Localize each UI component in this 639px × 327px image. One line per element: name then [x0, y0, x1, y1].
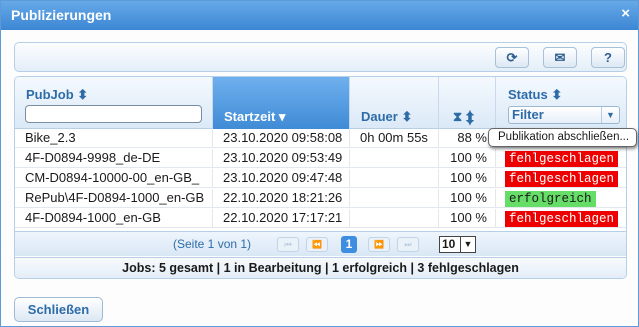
- column-label-progress: ⧗ ⬍: [453, 109, 474, 124]
- column-header-dauer[interactable]: Dauer ⬍: [350, 77, 439, 129]
- close-button[interactable]: Schließen: [14, 297, 103, 322]
- status-filter-value: Filter: [512, 107, 544, 122]
- cell-status: fehlgeschlagen: [496, 209, 626, 228]
- cell-pubjob: 4F-D0894-9998_de-DE: [15, 149, 213, 168]
- cell-startzeit: 23.10.2020 09:47:48: [213, 169, 350, 188]
- toolbar: ⟳ ✉ ?: [14, 42, 627, 72]
- cell-startzeit: 23.10.2020 09:58:08: [213, 129, 350, 148]
- column-header-pubjob[interactable]: PubJob ⬍: [15, 77, 213, 129]
- cell-pubjob: Bike_2.3: [15, 129, 213, 148]
- dialog-titlebar[interactable]: Publizierungen ×: [1, 1, 638, 30]
- envelope-icon: ✉: [554, 50, 566, 65]
- table-row[interactable]: RePub\4F-D0894-1000_en-GB 22.10.2020 18:2…: [15, 189, 626, 208]
- cell-pubjob: RePub\4F-D0894-1000_en-GB: [15, 189, 213, 208]
- previous-page-button[interactable]: ⏪: [306, 237, 328, 252]
- table-row[interactable]: 4F-D0894-9998_de-DE 23.10.2020 09:53:49 10…: [15, 149, 626, 168]
- finish-publication-tooltip: Publikation abschließen...: [488, 128, 637, 147]
- cell-startzeit: 23.10.2020 09:53:49: [213, 149, 350, 168]
- column-label-status: Status ⬍: [508, 87, 563, 102]
- cell-status: erfolgreich: [496, 189, 626, 208]
- cell-startzeit: 22.10.2020 18:21:26: [213, 189, 350, 208]
- pubjob-filter-input[interactable]: [25, 105, 202, 123]
- pagination-bar: (Seite 1 von 1) ⏮ ⏪ 1 ⏩ ⏭ 10 ▼: [15, 231, 626, 256]
- status-badge: fehlgeschlagen: [505, 171, 619, 187]
- help-button[interactable]: ?: [591, 47, 625, 68]
- cell-status: fehlgeschlagen: [496, 149, 626, 168]
- cell-dauer: [350, 149, 439, 168]
- chevron-down-icon: ▼: [460, 237, 475, 252]
- help-icon: ?: [604, 50, 612, 65]
- status-badge: erfolgreich: [505, 191, 596, 207]
- last-page-button[interactable]: ⏭: [397, 237, 419, 252]
- cell-progress: 100 %: [439, 149, 496, 168]
- table-row[interactable]: CM-D0894-10000-00_en-GB_ 23.10.2020 09:47…: [15, 169, 626, 188]
- cell-status: fehlgeschlagen: [496, 169, 626, 188]
- cell-progress: 100 %: [439, 209, 496, 228]
- column-label-startzeit: Startzeit ▾: [224, 109, 286, 124]
- close-icon[interactable]: ×: [621, 5, 630, 22]
- page-size-value: 10: [442, 237, 456, 251]
- first-page-button[interactable]: ⏮: [277, 237, 299, 252]
- column-label-dauer: Dauer ⬍: [361, 109, 413, 124]
- cell-pubjob: 4F-D0894-1000_en-GB: [15, 209, 213, 228]
- table-header: PubJob ⬍ Startzeit ▾ Dauer ⬍ ⧗ ⬍ Status …: [15, 77, 626, 129]
- current-page-button[interactable]: 1: [341, 236, 357, 253]
- dialog-title: Publizierungen: [11, 7, 112, 23]
- page-size-select[interactable]: 10 ▼: [439, 236, 476, 253]
- column-label-pubjob: PubJob ⬍: [26, 87, 89, 102]
- cell-progress: 100 %: [439, 169, 496, 188]
- refresh-button[interactable]: ⟳: [495, 47, 529, 68]
- publications-dialog: Publizierungen × ⟳ ✉ ? PubJob ⬍ Startzei…: [0, 0, 639, 327]
- chevron-down-icon: ▼: [601, 107, 619, 123]
- status-badge: fehlgeschlagen: [505, 211, 619, 227]
- email-button[interactable]: ✉: [543, 47, 577, 68]
- cell-progress: 100 %: [439, 189, 496, 208]
- status-badge: fehlgeschlagen: [505, 151, 619, 167]
- cell-dauer: [350, 169, 439, 188]
- column-header-status[interactable]: Status ⬍ Filter ▼: [496, 77, 626, 129]
- cell-dauer: [350, 209, 439, 228]
- cell-dauer: [350, 189, 439, 208]
- jobs-summary: Jobs: 5 gesamt | 1 in Bearbeitung | 1 er…: [15, 257, 626, 278]
- refresh-icon: ⟳: [506, 50, 518, 65]
- cell-dauer: 0h 00m 55s: [350, 129, 439, 148]
- page-info: (Seite 1 von 1): [173, 237, 252, 251]
- column-header-progress[interactable]: ⧗ ⬍: [439, 77, 496, 129]
- cell-pubjob: CM-D0894-10000-00_en-GB_: [15, 169, 213, 188]
- jobs-table: PubJob ⬍ Startzeit ▾ Dauer ⬍ ⧗ ⬍ Status …: [14, 76, 627, 279]
- column-header-startzeit[interactable]: Startzeit ▾: [213, 77, 350, 129]
- next-page-button[interactable]: ⏩: [368, 237, 390, 252]
- table-row[interactable]: 4F-D0894-1000_en-GB 22.10.2020 17:17:21 10…: [15, 209, 626, 228]
- cell-startzeit: 22.10.2020 17:17:21: [213, 209, 350, 228]
- status-filter-select[interactable]: Filter ▼: [508, 106, 620, 124]
